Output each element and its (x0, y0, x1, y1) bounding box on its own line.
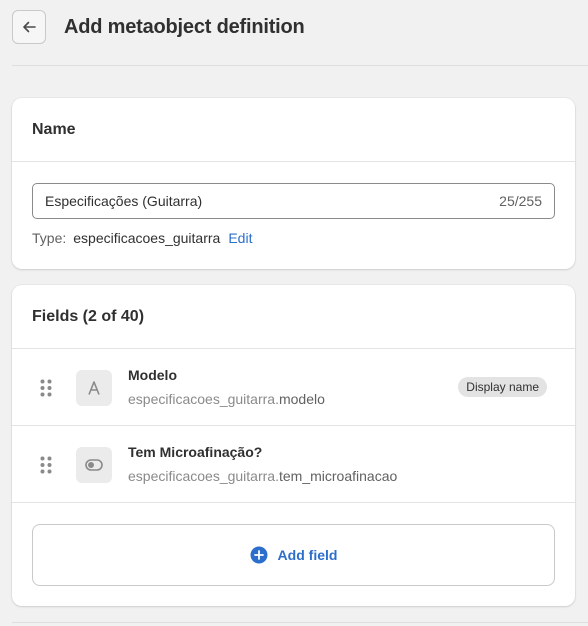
toggle-icon (76, 447, 112, 483)
add-field-button[interactable]: Add field (32, 524, 555, 586)
field-key: especificacoes_guitarra.tem_microafinaca… (128, 468, 397, 484)
field-key-prefix: especificacoes_guitarra. (128, 391, 279, 407)
drag-handle-icon[interactable] (40, 379, 52, 397)
arrow-left-icon (23, 21, 36, 33)
field-row[interactable]: Tem Microafinação? especificacoes_guitar… (12, 426, 575, 503)
field-name: Tem Microafinação? (128, 444, 263, 460)
page-bottom-divider (12, 622, 588, 623)
field-key-suffix: tem_microafinacao (278, 468, 398, 484)
field-key-suffix: modelo (278, 391, 325, 407)
field-name: Modelo (128, 367, 177, 383)
type-label: Type: (32, 230, 67, 246)
character-count: 25/255 (499, 193, 542, 209)
field-key: especificacoes_guitarra.modelo (128, 391, 325, 407)
name-card: Name 25/255 Type: especificacoes_guitarr… (12, 98, 575, 269)
field-row[interactable]: Modelo especificacoes_guitarra.modelo Di… (12, 349, 575, 426)
edit-type-link[interactable]: Edit (228, 230, 252, 246)
plus-circle-icon (250, 546, 268, 564)
drag-handle-icon[interactable] (40, 456, 52, 474)
fields-card-heading: Fields (2 of 40) (12, 285, 575, 349)
text-icon (76, 370, 112, 406)
back-button[interactable] (12, 10, 46, 44)
page-title: Add metaobject definition (64, 15, 305, 38)
name-input[interactable] (45, 193, 500, 209)
name-card-heading: Name (12, 98, 575, 162)
type-value: especificacoes_guitarra (73, 230, 221, 246)
add-field-label: Add field (277, 547, 338, 563)
display-name-badge: Display name (458, 377, 547, 397)
header-divider (12, 65, 588, 66)
name-input-wrapper[interactable]: 25/255 (32, 183, 555, 219)
field-key-prefix: especificacoes_guitarra. (128, 468, 279, 484)
type-line: Type: especificacoes_guitarra Edit (32, 230, 252, 246)
page-header: Add metaobject definition (12, 10, 576, 44)
fields-card: Fields (2 of 40) Modelo especificacoes_g… (12, 285, 575, 606)
